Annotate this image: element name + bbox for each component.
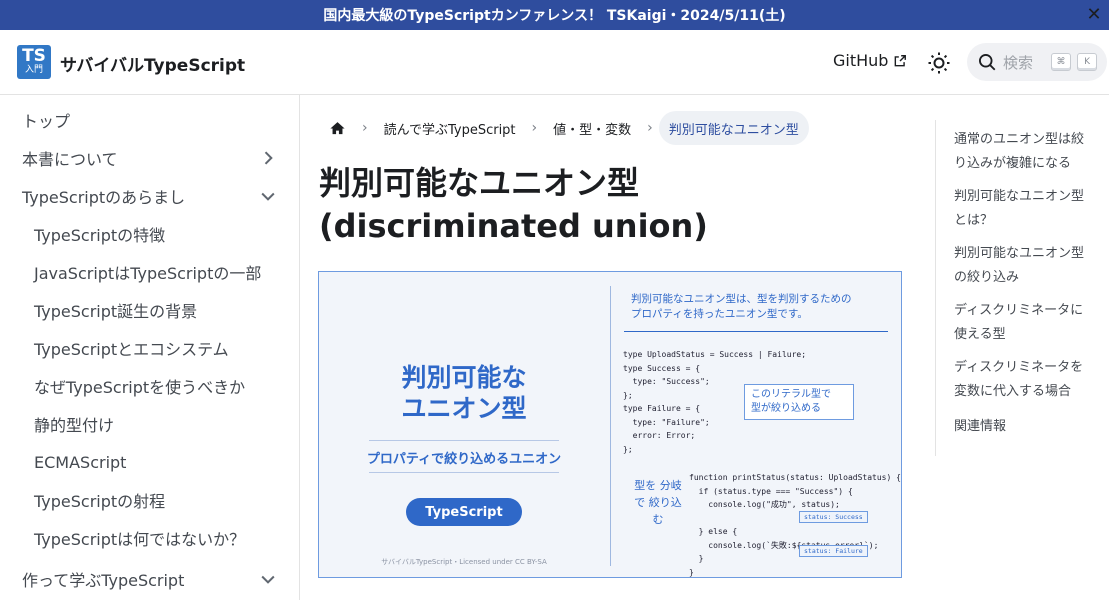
figure-pill: TypeScript: [406, 498, 522, 526]
divider: [369, 472, 559, 473]
announcement-bar: 国内最大級のTypeScriptカンファレンス！ TSKaigi・2024/5/…: [0, 0, 1109, 30]
site-logo[interactable]: TS 入門: [17, 45, 51, 79]
kbd-k: K: [1077, 53, 1098, 71]
page-title-line1: 判別可能なユニオン型: [319, 164, 640, 202]
logo-text: TS: [22, 46, 46, 66]
breadcrumb-current: 判別可能なユニオン型: [658, 111, 809, 145]
sidebar-item-about[interactable]: 本書について: [8, 140, 292, 176]
divider: [624, 331, 888, 332]
figure-title: 判別可能な ユニオン型: [319, 362, 609, 424]
sidebar-item-ecosystem[interactable]: TypeScriptとエコシステム: [8, 330, 292, 366]
toc-item-line1: 関連情報: [954, 419, 1007, 434]
sidebar-item-label: なぜTypeScriptを使うべきか: [34, 378, 246, 397]
toc-item-line2: 使える型: [954, 327, 1006, 342]
sidebar-item-tutorials[interactable]: 作って学ぶTypeScript: [8, 561, 292, 597]
breadcrumb-item[interactable]: 読んで学ぶTypeScript: [374, 111, 526, 145]
page-title-line2: (discriminated union): [319, 207, 708, 245]
sidebar-item-label: TypeScriptの射程: [34, 492, 166, 511]
sidebar-item-label: 本書について: [22, 150, 118, 169]
sidebar-item-ecmascript[interactable]: ECMAScript: [8, 444, 292, 480]
sidebar: トップ 本書について TypeScriptのあらまし TypeScriptの特徴…: [0, 95, 300, 600]
sidebar-item-label: 静的型付け: [34, 416, 115, 435]
toc-item-line2: り込みが複雑になる: [954, 156, 1072, 171]
toc-item-line1: 判別可能なユニオン型: [954, 246, 1085, 261]
breadcrumb-separator: ›: [531, 120, 538, 136]
sidebar-item-features[interactable]: TypeScriptの特徴: [8, 216, 292, 252]
close-icon[interactable]: ✕: [1083, 3, 1105, 25]
code-block-function: function printStatus(status: UploadStatu…: [689, 473, 901, 577]
sidebar-item-label: TypeScript誕生の背景: [34, 302, 198, 321]
sidebar-item-why[interactable]: なぜTypeScriptを使うべきか: [8, 368, 292, 404]
toc-item-line1: 通常のユニオン型は絞: [954, 132, 1085, 147]
chevron-right-icon[interactable]: [258, 148, 278, 168]
toc-item-line1: ディスクリミネータに: [954, 303, 1084, 318]
main-content: › 読んで学ぶTypeScript › 値・型・変数 › 判別可能なユニオン型 …: [301, 95, 933, 600]
toc-item-line2: 変数に代入する場合: [954, 384, 1072, 399]
sidebar-item-label: トップ: [22, 112, 71, 131]
toc-item[interactable]: 判別可能なユニオン型 の絞り込み: [954, 242, 1099, 290]
home-icon: [330, 121, 345, 134]
sidebar-item-overview[interactable]: TypeScriptのあらまし: [8, 178, 292, 214]
sidebar-item-label: TypeScriptのあらまし: [22, 188, 186, 207]
toc-item[interactable]: 関連情報: [954, 415, 1099, 439]
github-link[interactable]: GitHub: [833, 51, 907, 70]
sidebar-item-what-not[interactable]: TypeScriptは何ではないか？: [8, 520, 292, 556]
breadcrumb-separator: ›: [362, 120, 368, 136]
sidebar-item-range[interactable]: TypeScriptの射程: [8, 482, 292, 518]
divider: [369, 440, 559, 441]
sidebar-item-label: JavaScriptはTypeScriptの一部: [34, 264, 262, 283]
external-link-icon: [895, 54, 907, 66]
toc-item-line1: ディスクリミネータを: [954, 360, 1084, 375]
note-line2: 型が絞り込める: [751, 403, 821, 414]
sidebar-item-label: 作って学ぶTypeScript: [22, 571, 185, 590]
toc-item-line1: 判別可能なユニオン型: [954, 189, 1085, 204]
sidebar-item-label: TypeScriptは何ではないか？: [34, 530, 246, 549]
navbar: TS 入門 サバイバルTypeScript GitHub 検索 ⌘ K: [0, 30, 1109, 95]
announcement-text[interactable]: 国内最大級のTypeScriptカンファレンス！ TSKaigi・2024/5/…: [323, 5, 785, 25]
site-title[interactable]: サバイバルTypeScript: [60, 51, 245, 76]
toc-item[interactable]: ディスクリミネータを 変数に代入する場合: [954, 356, 1099, 404]
sidebar-item-js-subset[interactable]: JavaScriptはTypeScriptの一部: [8, 254, 292, 290]
search-placeholder: 検索: [1003, 53, 1034, 72]
type-tag-failure: status: Failure: [799, 545, 868, 557]
toc-item-line2: とは？: [954, 213, 994, 228]
sidebar-item-static-typing[interactable]: 静的型付け: [8, 406, 292, 442]
type-tag-success: status: Success: [799, 511, 868, 523]
toc-item[interactable]: ディスクリミネータに 使える型: [954, 299, 1099, 347]
figure-title-line2: ユニオン型: [401, 394, 527, 423]
figure-subtitle: プロパティで絞り込めるユニオン: [366, 452, 562, 467]
figure-description: 判別可能なユニオン型は、型を判別するための プロパティを持ったユニオン型です。: [631, 292, 891, 322]
sidebar-item-top[interactable]: トップ: [8, 102, 292, 138]
sidebar-item-label: ECMAScript: [34, 452, 127, 472]
note-line1: このリテラル型で: [751, 389, 831, 400]
hero-image: 判別可能な ユニオン型 プロパティで絞り込めるユニオン TypeScript サ…: [318, 271, 902, 578]
divider: [610, 286, 611, 566]
search-icon: [979, 54, 996, 71]
toc-item-line2: の絞り込み: [954, 270, 1020, 285]
sidebar-item-background[interactable]: TypeScript誕生の背景: [8, 292, 292, 328]
breadcrumb-separator: ›: [647, 120, 653, 136]
toc-item[interactable]: 通常のユニオン型は絞 り込みが複雑になる: [954, 128, 1099, 176]
breadcrumb-home[interactable]: [319, 111, 356, 145]
breadcrumb-item[interactable]: 値・型・変数: [543, 111, 641, 145]
page-title: 判別可能なユニオン型 (discriminated union): [319, 162, 909, 248]
kbd-command: ⌘: [1051, 53, 1072, 71]
chevron-down-icon[interactable]: [258, 569, 278, 589]
literal-type-note: このリテラル型で 型が絞り込める: [744, 384, 854, 420]
narrowing-note: 型を 分岐で 絞り込む: [634, 479, 682, 526]
sun-icon[interactable]: [927, 51, 951, 75]
logo-subtext: 入門: [24, 65, 43, 75]
sidebar-item-label: TypeScriptとエコシステム: [34, 340, 229, 359]
breadcrumb: › 読んで学ぶTypeScript › 値・型・変数 › 判別可能なユニオン型: [319, 111, 809, 145]
search-button[interactable]: 検索 ⌘ K: [967, 43, 1107, 81]
chevron-down-icon[interactable]: [258, 186, 278, 206]
toc-item[interactable]: 判別可能なユニオン型 とは？: [954, 185, 1099, 233]
table-of-contents: 通常のユニオン型は絞 り込みが複雑になる 判別可能なユニオン型 とは？ 判別可能なユ…: [935, 120, 1109, 456]
figure-title-line1: 判別可能な: [401, 363, 527, 392]
figure-desc-line2: プロパティを持ったユニオン型です。: [631, 308, 808, 320]
github-label: GitHub: [833, 51, 889, 70]
figure-desc-line1: 判別可能なユニオン型は、型を判別するための: [631, 293, 852, 305]
figure-license: サバイバルTypeScript・Licensed under CC BY-SA: [381, 558, 547, 566]
sidebar-item-label: TypeScriptの特徴: [34, 226, 166, 245]
